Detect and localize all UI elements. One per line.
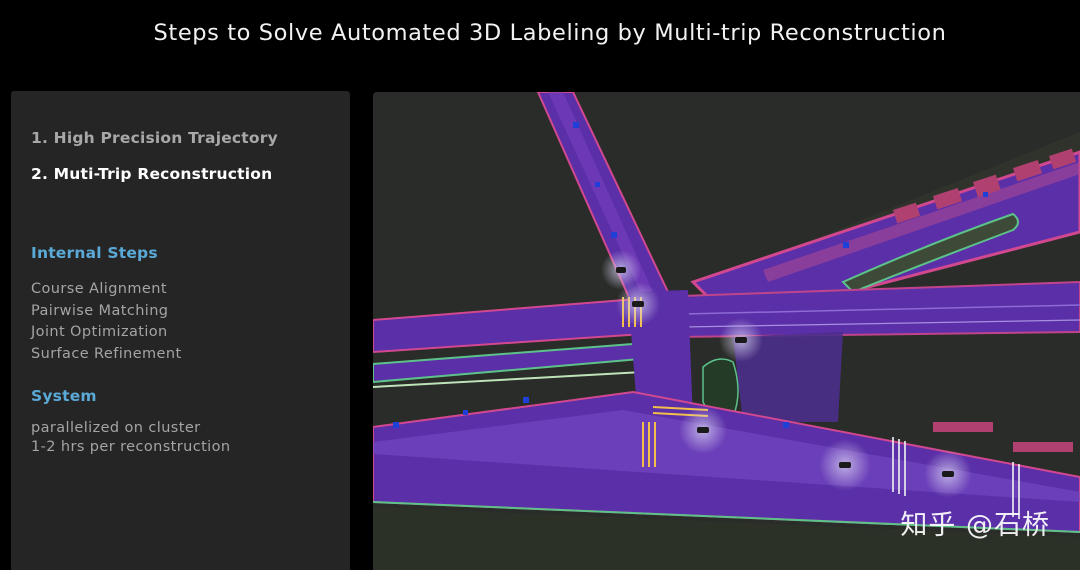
internal-step-item: Surface Refinement xyxy=(31,345,182,362)
internal-step-item: Course Alignment xyxy=(31,281,167,297)
internal-step-item: Joint Optimization xyxy=(31,324,168,340)
system-item: parallelized on cluster xyxy=(31,420,201,436)
intersection-reconstruction-graphic xyxy=(373,92,1080,570)
watermark-text: 知乎 @石桥 xyxy=(900,510,1050,541)
steps-list: 1. High Precision Trajectory 2. Muti-Tri… xyxy=(31,120,278,192)
step-high-precision-trajectory: 1. High Precision Trajectory xyxy=(31,129,278,147)
system-item: 1-2 hrs per reconstruction xyxy=(31,438,231,455)
internal-steps-heading: Internal Steps xyxy=(31,244,158,262)
internal-step-item: Pairwise Matching xyxy=(31,302,169,319)
system-heading: System xyxy=(31,387,97,405)
slide-title: Steps to Solve Automated 3D Labeling by … xyxy=(153,20,947,46)
internal-steps-list: Course Alignment Pairwise Matching Joint… xyxy=(31,279,182,365)
step-multi-trip-reconstruction: 2. Muti-Trip Reconstruction xyxy=(31,165,273,183)
system-list: parallelized on cluster 1-2 hrs per reco… xyxy=(31,419,230,456)
slide: Steps to Solve Automated 3D Labeling by … xyxy=(0,0,1080,570)
steps-panel: 1. High Precision Trajectory 2. Muti-Tri… xyxy=(11,91,350,570)
reconstruction-map-image: 知乎 @石桥 xyxy=(373,92,1080,570)
